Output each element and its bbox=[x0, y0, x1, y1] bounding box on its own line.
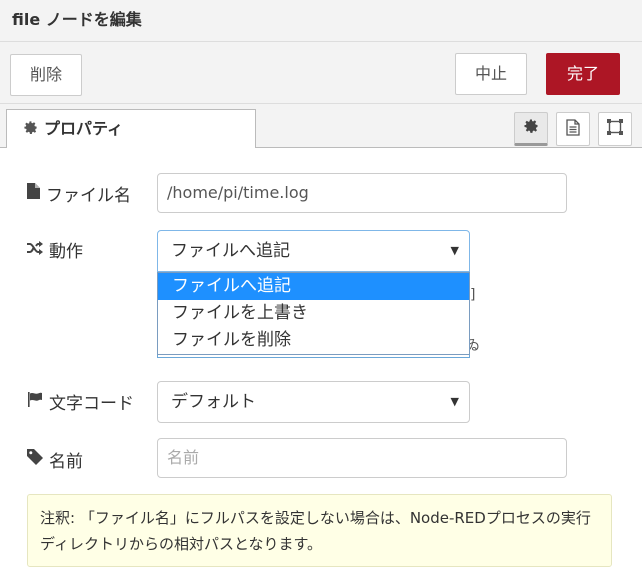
encoding-label: 文字コード bbox=[27, 389, 134, 414]
dialog-toolbar: 削除 中止 完了 bbox=[0, 42, 642, 104]
dropdown-arrow-icon: ▼ bbox=[450, 244, 459, 257]
dropdown-option[interactable]: ファイルを上書き bbox=[158, 300, 469, 327]
description-tab-button[interactable] bbox=[556, 112, 590, 146]
tag-icon bbox=[27, 449, 49, 470]
tab-properties[interactable]: プロパティ bbox=[6, 109, 256, 149]
cancel-button[interactable]: 中止 bbox=[455, 53, 527, 95]
gear-icon bbox=[523, 118, 539, 138]
action-label: 動作 bbox=[27, 237, 83, 262]
node-frame-icon bbox=[606, 118, 624, 140]
filename-label: ファイル名 bbox=[27, 181, 131, 206]
delete-button[interactable]: 削除 bbox=[10, 54, 82, 96]
encoding-select[interactable]: デフォルト ▼ bbox=[157, 381, 470, 423]
appearance-tab-button[interactable] bbox=[598, 112, 632, 146]
filename-input[interactable]: /home/pi/time.log bbox=[157, 173, 567, 213]
flag-icon bbox=[27, 391, 49, 412]
action-dropdown-list: ファイルへ追記 ファイルを上書き ファイルを削除 bbox=[157, 272, 470, 355]
shuffle-icon bbox=[27, 240, 49, 260]
hidden-fragment-bracket: ] bbox=[470, 287, 476, 303]
gear-icon bbox=[23, 111, 38, 149]
dropdown-arrow-icon: ▼ bbox=[450, 395, 459, 408]
name-input[interactable]: 名前 bbox=[157, 438, 567, 478]
tab-properties-label: プロパティ bbox=[44, 119, 124, 138]
settings-tab-button[interactable] bbox=[514, 112, 548, 146]
name-label: 名前 bbox=[27, 447, 83, 472]
document-icon bbox=[566, 118, 580, 140]
tab-bar: プロパティ bbox=[0, 104, 642, 149]
dropdown-option[interactable]: ファイルを削除 bbox=[158, 327, 469, 354]
file-icon bbox=[27, 183, 46, 204]
dropdown-option[interactable]: ファイルへ追記 bbox=[158, 273, 469, 300]
help-tip: 注釈: 「ファイル名」にフルパスを設定しない場合は、Node-REDプロセスの実… bbox=[27, 494, 612, 567]
dialog-title: file ノードを編集 bbox=[0, 0, 642, 42]
action-select[interactable]: ファイルへ追記 ▼ bbox=[157, 230, 470, 272]
done-button[interactable]: 完了 bbox=[546, 53, 620, 95]
